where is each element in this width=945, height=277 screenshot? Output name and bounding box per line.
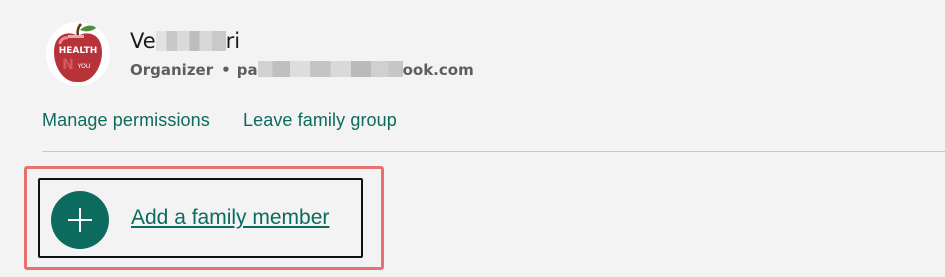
member-name-start: Ve <box>130 29 156 53</box>
member-role: Organizer <box>130 61 214 79</box>
add-family-member-label[interactable]: Add a family member <box>131 206 329 230</box>
manage-permissions-link[interactable]: Manage permissions <box>42 110 210 130</box>
avatar-top-text: HEALTH <box>59 46 98 56</box>
divider <box>42 151 945 152</box>
email-redaction <box>257 61 403 77</box>
meta-separator: • <box>221 61 231 79</box>
plus-icon[interactable] <box>51 191 109 249</box>
avatar: HEALTH N YOU <box>46 22 110 86</box>
member-name-end: ri <box>225 29 241 53</box>
member-email-start: pa <box>236 61 258 79</box>
member-meta: Organizer • pa ook.com <box>130 60 474 80</box>
member-name: Ve ri <box>130 28 240 54</box>
avatar-small-text: YOU <box>77 63 90 70</box>
avatar-mid-text: N <box>62 57 74 73</box>
name-redaction <box>155 31 226 51</box>
member-email-end: ook.com <box>402 61 474 79</box>
add-family-member-button[interactable]: Add a family member <box>38 178 363 258</box>
apple-logo-icon: HEALTH N YOU <box>46 22 110 86</box>
profile-header: HEALTH N YOU Ve ri Organizer • pa ook.com <box>46 22 646 86</box>
leave-family-group-link[interactable]: Leave family group <box>243 110 397 130</box>
family-actions: Manage permissions Leave family group <box>42 110 425 131</box>
